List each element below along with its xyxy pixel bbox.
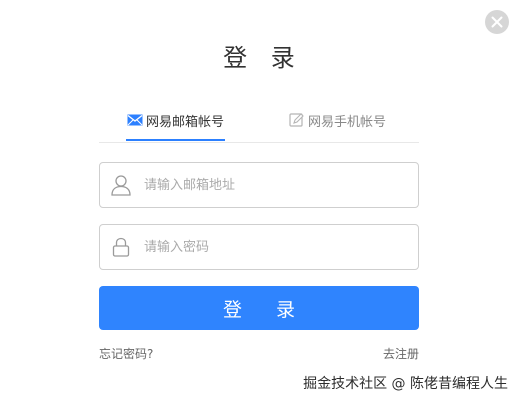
close-icon <box>491 16 503 28</box>
close-button[interactable] <box>485 10 509 34</box>
tab-phone-account[interactable]: 网易手机帐号 <box>289 100 386 140</box>
lock-icon <box>111 236 131 258</box>
tab-phone-label: 网易手机帐号 <box>308 114 387 130</box>
email-field <box>99 162 419 208</box>
email-input[interactable] <box>144 163 404 207</box>
login-tabs: 网易邮箱帐号 网易手机帐号 <box>99 100 419 143</box>
login-dialog: 登 录 网易邮箱帐号 网易手机帐号 请输入邮箱地址 登 录 忘记密码? 去注册 … <box>0 0 518 401</box>
forgot-password-link[interactable]: 忘记密码? <box>99 345 153 362</box>
password-field <box>99 224 419 270</box>
tab-email-label: 网易邮箱帐号 <box>146 114 225 130</box>
edit-icon <box>289 113 305 127</box>
user-icon <box>111 174 131 196</box>
tab-email-account[interactable]: 网易邮箱帐号 <box>125 100 226 141</box>
register-link[interactable]: 去注册 <box>383 345 419 362</box>
mail-icon <box>127 113 143 127</box>
watermark-text: 掘金技术社区 @ 陈佬昔编程人生 <box>303 376 508 392</box>
password-input[interactable] <box>144 225 404 269</box>
dialog-title: 登 录 <box>223 44 303 72</box>
login-button[interactable]: 登 录 <box>99 286 419 330</box>
